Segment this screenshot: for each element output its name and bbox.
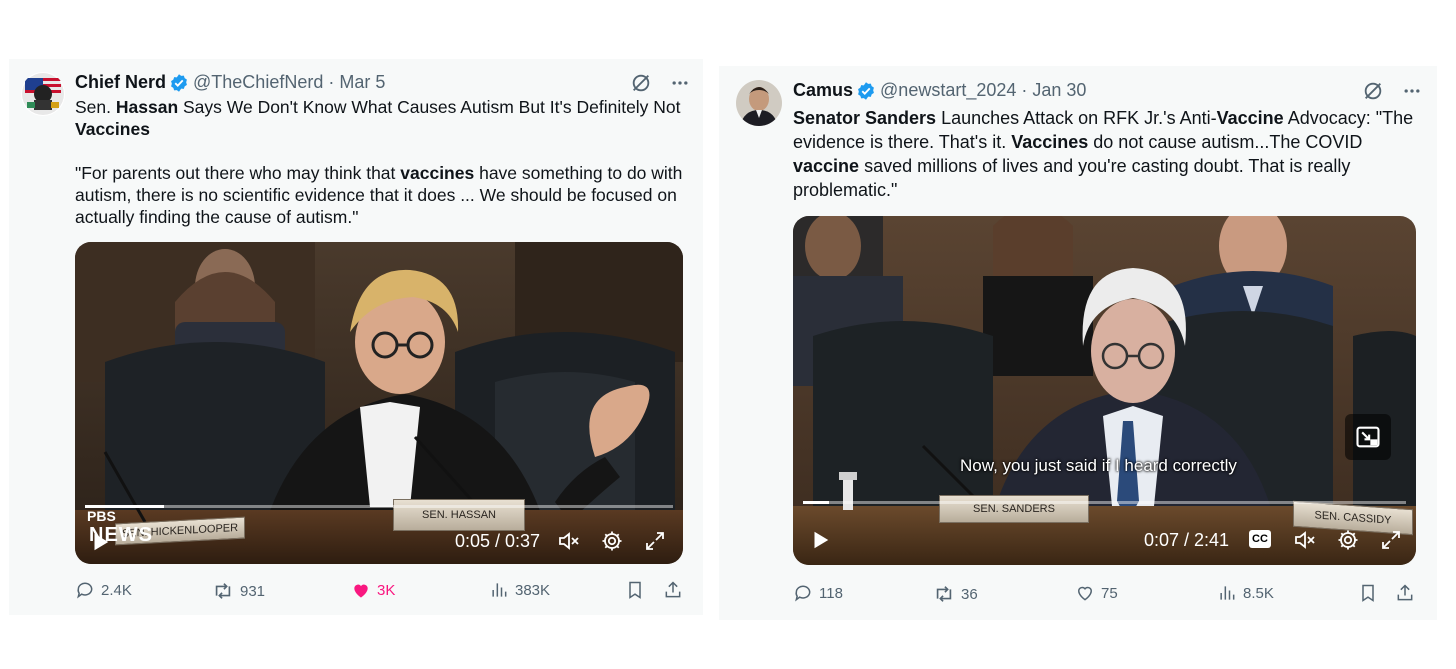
- share-icon: [1397, 584, 1413, 601]
- verified-badge-icon: [169, 73, 189, 93]
- settings-gear-icon[interactable]: [1336, 528, 1360, 552]
- tweet-headline: Sen. Hassan Says We Don't Know What Caus…: [75, 97, 681, 139]
- video-player[interactable]: SEN. SANDERS SEN. CASSIDY Now, you just …: [793, 216, 1416, 565]
- tweet-date[interactable]: · Mar 5: [328, 72, 385, 93]
- views-button[interactable]: 383K: [489, 580, 550, 600]
- views-chart-icon: [1220, 586, 1235, 600]
- reply-button[interactable]: 118: [793, 583, 843, 603]
- author-handle[interactable]: @newstart_2024: [880, 80, 1016, 101]
- author-handle[interactable]: @TheChiefNerd: [193, 72, 323, 93]
- avatar[interactable]: [736, 80, 782, 126]
- video-player[interactable]: SEN. HASSAN SEN. HICKENLOOPER PBS NEWS 0…: [75, 242, 683, 564]
- views-chart-icon: [492, 583, 507, 597]
- pip-icon: [1356, 426, 1380, 448]
- bookmark-button[interactable]: [625, 580, 645, 600]
- like-button[interactable]: 75: [1075, 583, 1118, 603]
- like-button[interactable]: 3K: [351, 580, 395, 600]
- more-options-icon[interactable]: [670, 73, 690, 93]
- video-progress-bar[interactable]: [85, 505, 673, 508]
- views-count: 8.5K: [1243, 584, 1274, 602]
- reply-icon: [795, 585, 811, 602]
- video-timestamp: 0:05 / 0:37: [455, 531, 541, 551]
- nameplate-main: SEN. SANDERS: [939, 495, 1089, 523]
- more-options-icon[interactable]: [1402, 81, 1422, 101]
- repost-count: 36: [961, 585, 978, 603]
- tweet-date[interactable]: · Jan 30: [1021, 80, 1086, 101]
- heart-filled-icon: [354, 584, 368, 598]
- share-button[interactable]: [1395, 583, 1415, 603]
- reply-button[interactable]: 2.4K: [75, 580, 132, 600]
- share-icon: [665, 581, 681, 598]
- grok-icon[interactable]: [630, 72, 652, 94]
- avatar[interactable]: [21, 72, 65, 116]
- reply-count: 2.4K: [101, 581, 132, 599]
- author-name[interactable]: Camus: [793, 80, 853, 101]
- repost-icon: [215, 583, 231, 599]
- like-count: 75: [1101, 584, 1118, 602]
- nameplate-main: SEN. HASSAN: [393, 499, 525, 531]
- closed-captions-label: CC: [1252, 533, 1268, 545]
- video-progress-bar[interactable]: [803, 501, 1406, 504]
- verified-badge-icon: [856, 81, 876, 101]
- views-button[interactable]: 8.5K: [1217, 583, 1274, 603]
- fullscreen-icon[interactable]: [1379, 528, 1403, 552]
- share-button[interactable]: [663, 580, 683, 600]
- play-icon[interactable]: [89, 531, 111, 553]
- bookmark-button[interactable]: [1358, 583, 1378, 603]
- grok-icon[interactable]: [1362, 80, 1384, 102]
- settings-gear-icon[interactable]: [600, 529, 624, 553]
- repost-count: 931: [240, 582, 266, 600]
- heart-icon: [1077, 586, 1093, 601]
- repost-icon: [936, 586, 952, 602]
- video-progress-fill: [85, 505, 165, 508]
- tweet-text: Senator Sanders Launches Attack on RFK J…: [793, 108, 1414, 200]
- author-name[interactable]: Chief Nerd: [75, 72, 166, 93]
- video-progress-fill: [803, 501, 829, 504]
- video-frame: [75, 242, 683, 564]
- repost-button[interactable]: 36: [933, 583, 978, 605]
- bookmark-icon: [629, 581, 641, 599]
- reply-icon: [77, 582, 93, 599]
- mute-icon[interactable]: [557, 529, 581, 553]
- tweet-quote: "For parents out there who may think tha…: [75, 163, 683, 227]
- views-count: 383K: [515, 581, 551, 599]
- tweet-text: Sen. Hassan Says We Don't Know What Caus…: [75, 96, 685, 228]
- bookmark-icon: [1362, 584, 1374, 602]
- reply-count: 118: [819, 584, 843, 602]
- closed-captions-button[interactable]: CC: [1249, 530, 1271, 548]
- tweet-card-camus[interactable]: Camus @newstart_2024 · Jan 30 Senator Sa…: [719, 66, 1437, 620]
- tweet-card-chief-nerd[interactable]: Chief Nerd @TheChiefNerd · Mar 5 Sen. Ha…: [9, 59, 703, 615]
- mute-icon[interactable]: [1293, 528, 1317, 552]
- fullscreen-icon[interactable]: [643, 529, 667, 553]
- pbs-logo-text: PBS: [87, 508, 116, 524]
- video-timestamp: 0:07 / 2:41: [1144, 530, 1230, 550]
- repost-button[interactable]: 931: [212, 580, 265, 602]
- play-icon[interactable]: [809, 529, 831, 551]
- video-caption: Now, you just said if I heard correctly: [960, 456, 1237, 475]
- like-count: 3K: [377, 581, 396, 599]
- picture-in-picture-button[interactable]: [1345, 414, 1391, 460]
